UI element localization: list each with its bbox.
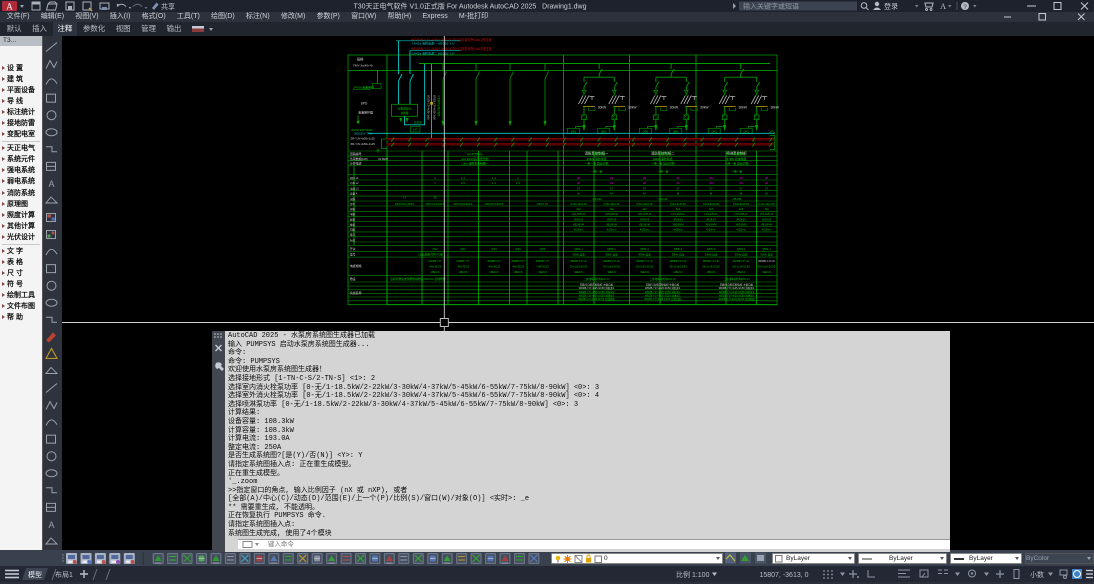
svg-text:A: A [48, 179, 54, 189]
svg-text:共享: 共享 [161, 2, 175, 11]
svg-text:小数: 小数 [1030, 570, 1044, 579]
svg-text:A: A [6, 2, 13, 12]
svg-text:15807, -3613, 0: 15807, -3613, 0 [759, 572, 808, 579]
svg-text:登录: 登录 [884, 2, 898, 11]
svg-text:比例 1:100: 比例 1:100 [676, 570, 710, 579]
svg-text:模型: 模型 [28, 570, 42, 579]
svg-text:布局1: 布局1 [55, 570, 73, 579]
svg-text:输入关键字或短语: 输入关键字或短语 [743, 2, 799, 11]
svg-text:T30天正电气软件 V1.0正式版 For Autodesk: T30天正电气软件 V1.0正式版 For Autodesk AutoCAD 2… [353, 2, 586, 11]
svg-text:?: ? [963, 4, 967, 11]
svg-text:A: A [48, 520, 54, 530]
svg-text:A: A [940, 1, 947, 11]
